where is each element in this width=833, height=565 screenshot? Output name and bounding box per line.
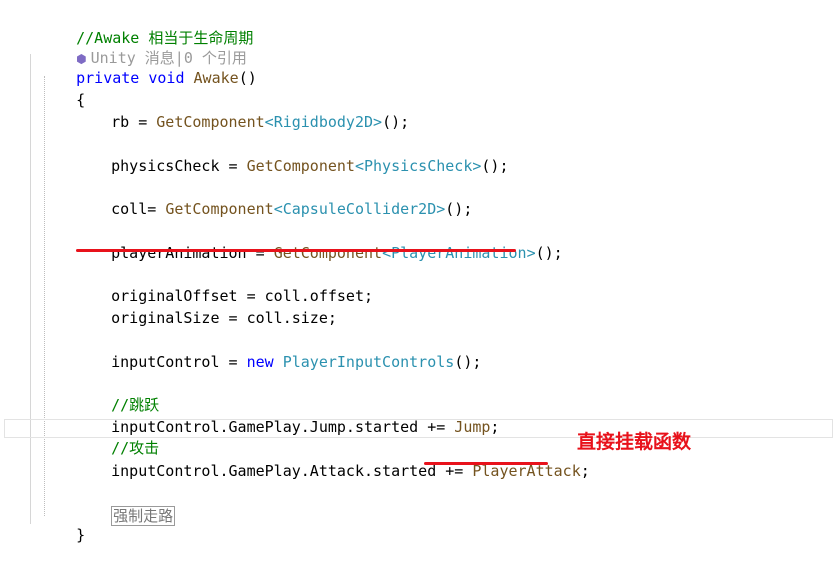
statement: originalSize = coll.size; <box>111 309 337 327</box>
code-editor[interactable]: //Awake 相当于生命周期 ⬢ Unity 消息|0 个引用 private … <box>0 0 833 554</box>
type-name: Rigidbody2D <box>273 113 374 131</box>
punctuation: < <box>382 244 392 262</box>
punctuation: > <box>373 113 383 131</box>
punctuation: < <box>273 200 283 218</box>
punctuation: (); <box>454 353 482 371</box>
assignment: physicsCheck = <box>111 157 247 175</box>
keyword: void <box>148 69 185 87</box>
assignment: coll= <box>111 200 166 218</box>
punctuation: > <box>526 244 536 262</box>
outline-fold-bar <box>30 54 31 524</box>
code-line[interactable]: 强制走路 <box>75 486 176 546</box>
red-underline <box>76 249 516 252</box>
statement: inputControl.GamePlay.Jump.started += <box>111 418 455 436</box>
punctuation: (); <box>535 244 563 262</box>
method-name: GetComponent <box>246 157 355 175</box>
assignment: inputControl = <box>111 353 247 371</box>
punctuation: ; <box>490 418 500 436</box>
brace-close: } <box>76 526 86 544</box>
punctuation: ; <box>580 462 590 480</box>
method-name: GetComponent <box>165 200 274 218</box>
keyword: new <box>246 353 274 371</box>
annotation-label: 直接挂载函数 <box>577 431 692 453</box>
punctuation: (); <box>382 113 410 131</box>
type-name: PlayerAnimation <box>391 244 527 262</box>
assignment: playerAnimation = <box>111 244 274 262</box>
assignment: rb = <box>111 113 157 131</box>
punctuation: < <box>354 157 364 175</box>
punctuation: < <box>264 113 274 131</box>
method-name: GetComponent <box>273 244 383 262</box>
method-name: Jump <box>454 418 491 436</box>
method-name: Awake <box>193 69 239 87</box>
type-name: PhysicsCheck <box>364 157 473 175</box>
type-name: PlayerInputControls <box>282 353 455 371</box>
punctuation: () <box>238 69 257 87</box>
code-line[interactable]: } <box>40 505 85 565</box>
punctuation: (); <box>445 200 473 218</box>
keyword: private <box>76 69 140 87</box>
punctuation: (); <box>481 157 509 175</box>
indent-guide <box>44 76 45 516</box>
punctuation: > <box>436 200 446 218</box>
method-name: GetComponent <box>156 113 265 131</box>
type-name: CapsuleCollider2D <box>282 200 437 218</box>
statement: inputControl.GamePlay.Attack.started += <box>111 462 473 480</box>
inline-hint[interactable]: 强制走路 <box>111 506 176 526</box>
red-underline <box>424 462 548 465</box>
